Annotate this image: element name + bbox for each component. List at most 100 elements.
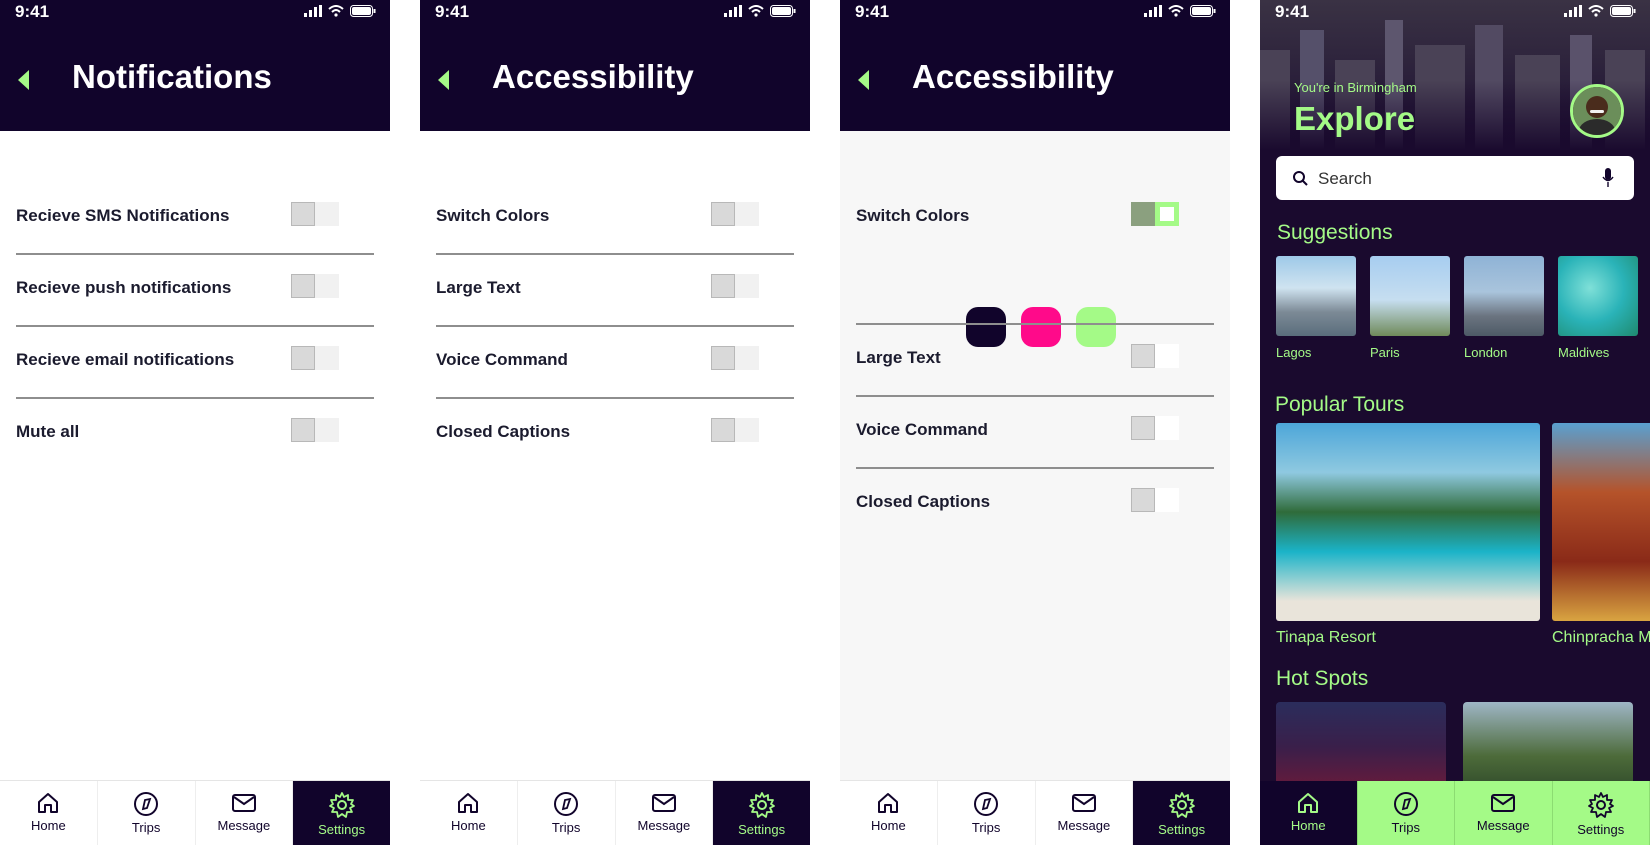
- toggle-switch[interactable]: [1131, 488, 1179, 512]
- toggle-switch[interactable]: [711, 418, 759, 442]
- back-arrow-icon[interactable]: [436, 69, 450, 91]
- tab-label: Message: [637, 818, 691, 833]
- toggle-knob: [291, 346, 315, 370]
- setting-row: Large Text: [436, 255, 794, 327]
- setting-row: Switch Colors: [856, 183, 1214, 347]
- suggestion-card[interactable]: Maldives: [1558, 256, 1638, 360]
- hot-spot-image[interactable]: [1276, 702, 1446, 792]
- tab-label: Trips: [971, 820, 1001, 835]
- toggle-knob: [1131, 488, 1155, 512]
- suggestion-label: Lagos: [1276, 345, 1312, 360]
- hot-spot-image[interactable]: [1463, 702, 1633, 792]
- tab-settings[interactable]: Settings: [1133, 781, 1230, 845]
- toggle-switch[interactable]: [291, 202, 339, 226]
- toggle-switch[interactable]: [711, 274, 759, 298]
- tab-label: Settings: [738, 822, 786, 837]
- toggle-knob: [1131, 344, 1155, 368]
- battery-icon: [1190, 5, 1216, 17]
- mail-icon: [1071, 794, 1096, 812]
- setting-label: Large Text: [436, 278, 521, 297]
- tab-message[interactable]: Message: [1036, 781, 1134, 845]
- status-icons: [304, 5, 376, 17]
- compass-icon: [554, 792, 579, 816]
- setting-label: Voice Command: [856, 420, 988, 439]
- tab-label: Home: [31, 818, 66, 833]
- gear-icon: [1168, 792, 1195, 818]
- mail-icon: [651, 794, 676, 812]
- tab-trips[interactable]: Trips: [518, 781, 616, 845]
- suggestion-card[interactable]: Paris: [1370, 256, 1450, 360]
- wifi-icon: [1168, 5, 1184, 17]
- compass-icon: [974, 792, 999, 816]
- tab-message[interactable]: Message: [616, 781, 714, 845]
- search-input[interactable]: Search: [1276, 156, 1634, 200]
- toggle-switch[interactable]: [291, 346, 339, 370]
- tab-home[interactable]: Home: [0, 781, 98, 845]
- tab-message[interactable]: Message: [196, 781, 294, 845]
- toggle-knob: [1131, 416, 1155, 440]
- setting-row: Recieve email notifications: [16, 327, 374, 399]
- suggestions-heading: Suggestions: [1277, 221, 1393, 244]
- suggestion-label: Maldives: [1558, 345, 1610, 360]
- tour-card[interactable]: Chinpracha M: [1552, 423, 1650, 647]
- toggle-knob: [711, 418, 735, 442]
- suggestion-image: [1370, 256, 1450, 336]
- setting-label: Large Text: [856, 348, 941, 367]
- setting-row: Closed Captions: [856, 469, 1214, 541]
- setting-label: Recieve email notifications: [16, 350, 235, 369]
- microphone-icon[interactable]: [1602, 168, 1614, 188]
- toggle-switch[interactable]: [711, 202, 759, 226]
- compass-icon: [134, 792, 159, 816]
- avatar[interactable]: [1570, 84, 1624, 138]
- suggestion-card[interactable]: Lagos: [1276, 256, 1356, 360]
- hot-spots-heading: Hot Spots: [1276, 667, 1369, 690]
- tab-settings[interactable]: Settings: [713, 781, 810, 845]
- tab-label: Message: [1476, 818, 1530, 833]
- suggestion-label: Paris: [1370, 345, 1400, 360]
- suggestion-card[interactable]: London: [1464, 256, 1544, 360]
- status-bar: 9:41: [840, 0, 1230, 26]
- toggle-switch[interactable]: [1131, 344, 1179, 368]
- back-arrow-icon[interactable]: [856, 69, 870, 91]
- home-icon: [1298, 793, 1319, 813]
- mail-icon: [231, 794, 256, 812]
- tab-message[interactable]: Message: [1455, 781, 1553, 845]
- toggle-switch[interactable]: [711, 346, 759, 370]
- toggle-knob: [711, 346, 735, 370]
- toggle-switch[interactable]: [1131, 416, 1179, 440]
- tour-card[interactable]: Tinapa Resort: [1276, 423, 1540, 647]
- setting-label: Voice Command: [436, 350, 568, 369]
- home-icon: [38, 793, 59, 813]
- tab-settings[interactable]: Settings: [293, 781, 390, 845]
- setting-label: Switch Colors: [436, 206, 550, 225]
- tab-trips[interactable]: Trips: [938, 781, 1036, 845]
- toggle-switch[interactable]: [1131, 202, 1179, 226]
- tab-label: Home: [871, 818, 906, 833]
- tab-label: Settings: [1158, 822, 1206, 837]
- tab-home[interactable]: Home: [840, 781, 938, 845]
- status-time: 9:41: [1275, 2, 1310, 21]
- setting-row: Switch Colors: [436, 183, 794, 255]
- settings-list: Switch Colors Large Text Voice Command C…: [840, 131, 1230, 781]
- toggle-switch[interactable]: [291, 418, 339, 442]
- tour-label: Tinapa Resort: [1276, 629, 1376, 646]
- status-time: 9:41: [15, 2, 50, 21]
- battery-icon: [1610, 5, 1636, 17]
- tab-trips[interactable]: Trips: [1358, 781, 1455, 845]
- status-bar: 9:41: [420, 0, 810, 26]
- profile-photo: [1573, 87, 1621, 135]
- wifi-icon: [1588, 5, 1604, 17]
- mail-icon: [1491, 794, 1516, 812]
- tab-trips[interactable]: Trips: [98, 781, 196, 845]
- tab-label: Settings: [1577, 822, 1625, 837]
- toggle-switch[interactable]: [291, 274, 339, 298]
- back-arrow-icon[interactable]: [16, 69, 30, 91]
- setting-row: Mute all: [16, 399, 374, 471]
- signal-icon: [304, 5, 322, 17]
- tab-settings[interactable]: Settings: [1553, 781, 1650, 845]
- tab-home[interactable]: Home: [420, 781, 518, 845]
- settings-list: Recieve SMS Notifications Recieve push n…: [0, 131, 390, 781]
- status-icons: [1144, 5, 1216, 17]
- tab-label: Trips: [131, 820, 161, 835]
- tab-home[interactable]: Home: [1260, 781, 1358, 845]
